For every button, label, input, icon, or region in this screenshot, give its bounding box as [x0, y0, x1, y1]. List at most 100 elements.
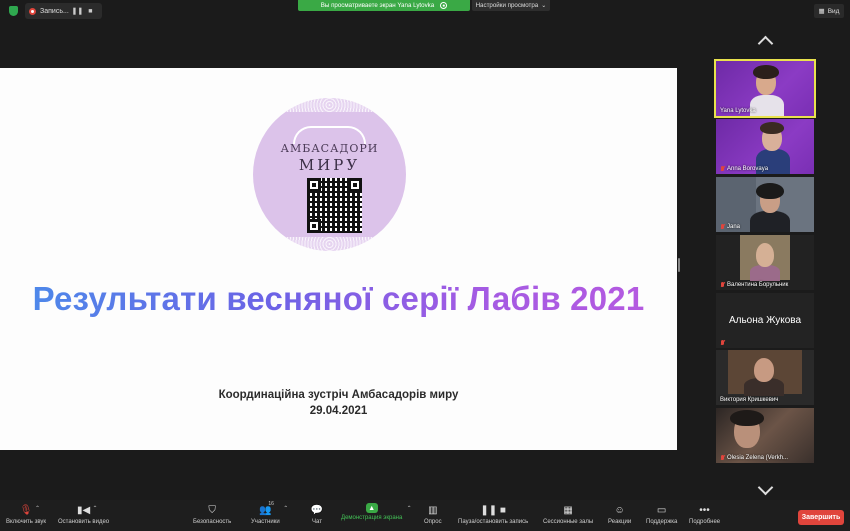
participant-name: Валентина Борульник [720, 282, 788, 288]
smiley-icon: ☺ [614, 504, 625, 516]
breakout-rooms-button[interactable]: ▦ Сессионные залы [543, 503, 594, 526]
ambassadors-logo: АМБАСАДОРИ МИРУ [253, 98, 406, 251]
participant-display-name: Альона Жукова [728, 315, 802, 326]
stop-video-button[interactable]: ▮◀ ⌃ Остановить видео [58, 503, 110, 526]
end-meeting-button[interactable]: Завершить [798, 510, 844, 525]
caret-up-icon[interactable]: ⌃ [283, 505, 288, 512]
pause-recording-button[interactable]: ❚❚ ■ Пауза/остановить запись [458, 503, 529, 526]
logo-text-bottom: МИРУ [298, 156, 361, 174]
caret-up-icon[interactable]: ⌃ [93, 505, 98, 512]
mic-off-icon: 🎙 ⌃ [19, 504, 40, 516]
polls-label: Опрос [424, 519, 442, 525]
view-options-dropdown[interactable]: Настройки просмотра ⌄ [472, 0, 550, 11]
person-figure [753, 65, 779, 79]
person-figure [730, 410, 764, 426]
chat-button[interactable]: 💬 Чат [310, 503, 324, 526]
participant-name: Olesia Zelena (Verkh... [720, 455, 788, 461]
support-icon: ▭ [656, 504, 667, 516]
caret-up-icon[interactable]: ⌃ [35, 505, 40, 512]
support-label: Поддержка [646, 519, 678, 525]
split-resize-handle[interactable] [678, 258, 680, 272]
breakout-rooms-label: Сессионные залы [543, 519, 594, 525]
chat-label: Чат [312, 519, 322, 525]
chevron-up-icon[interactable] [758, 34, 772, 48]
qr-finder [348, 178, 362, 192]
person-figure [750, 211, 790, 232]
pause-recording-label: Пауза/остановить запись [458, 519, 529, 525]
person-figure [760, 122, 784, 134]
lace-decoration-bottom [253, 237, 406, 251]
participants-label: Участники [251, 519, 280, 525]
mic-off-icon [720, 455, 725, 461]
pause-stop-icon: ❚❚ ■ [480, 504, 506, 516]
shared-screen: АМБАСАДОРИ МИРУ Результати весняної сері… [0, 68, 677, 450]
grid-icon: ▦ [563, 504, 573, 516]
grid-icon: ▦ [818, 8, 825, 15]
reactions-button[interactable]: ☺ Реакции [608, 503, 632, 526]
unmute-label: Включить звук [6, 519, 47, 525]
more-label: Подробнее [689, 519, 721, 525]
video-tile[interactable]: Anna Borovaya [716, 119, 814, 174]
support-button[interactable]: ▭ Поддержка [646, 503, 678, 526]
person-figure [754, 358, 774, 382]
share-screen-button[interactable]: ▲ ⌃ Демонстрация экрана [341, 503, 412, 521]
participant-name: Jana [720, 224, 740, 230]
qr-finder [307, 219, 321, 233]
video-tile[interactable]: Альона Жукова [716, 293, 814, 348]
share-banner-text: Вы просматриваете экран Yana Lytovka [320, 2, 435, 9]
slide-title: Результати весняної серії Лабів 2021 [0, 280, 677, 318]
person-figure [750, 265, 780, 281]
mic-off-icon [720, 340, 725, 346]
bar-chart-icon: ▥ [428, 504, 438, 516]
top-bar: Запись... ❚❚ ■ Вы просматриваете экран Y… [0, 0, 850, 22]
person-figure [756, 243, 774, 267]
slide-subtitle: Координаційна зустріч Амбасадорів миру [218, 389, 459, 401]
qr-finder [307, 178, 321, 192]
video-tile[interactable]: Yana Lytovka [714, 59, 816, 118]
slide-date: 29.04.2021 [309, 405, 368, 417]
meeting-toolbar: 🎙 ⌃ Включить звук ▮◀ ⌃ Остановить видео ⛉ … [0, 500, 850, 531]
participant-mic-status [720, 340, 725, 346]
person-figure [756, 183, 784, 199]
lace-decoration-top [253, 98, 406, 112]
banner-status-icon[interactable]: ● [440, 2, 448, 9]
qr-code [307, 178, 362, 233]
more-button[interactable]: ••• Подробнее [689, 503, 721, 526]
reactions-label: Реакции [608, 519, 632, 525]
participant-name: Виктория Кришкевич [720, 397, 779, 403]
security-label: Безопасность [193, 519, 232, 525]
viewing-share-banner: Вы просматриваете экран Yana Lytovka ● [298, 0, 470, 11]
share-screen-label: Демонстрация экрана [341, 515, 403, 521]
security-button[interactable]: ⛉ Безопасность [193, 503, 232, 526]
mic-off-icon [720, 282, 725, 288]
zoom-window: Запись... ❚❚ ■ Вы просматриваете экран Y… [0, 0, 850, 531]
record-icon [29, 7, 36, 15]
participant-name: Yana Lytovka [720, 108, 756, 114]
shield-icon[interactable] [9, 6, 18, 16]
logo-text-top: АМБАСАДОРИ [280, 142, 379, 155]
share-screen-icon: ▲ ⌃ [365, 503, 412, 513]
unmute-button[interactable]: 🎙 ⌃ Включить звук [6, 503, 47, 526]
polls-button[interactable]: ▥ Опрос [424, 503, 442, 526]
view-options-label: Настройки просмотра [475, 2, 539, 9]
ellipsis-icon: ••• [699, 504, 710, 516]
video-tile[interactable]: Валентина Борульник [716, 235, 814, 290]
view-button[interactable]: ▦ Вид [814, 4, 844, 18]
participants-count: 16 [268, 501, 274, 507]
video-tile[interactable]: Olesia Zelena (Verkh... [716, 408, 814, 463]
caret-up-icon[interactable]: ⌃ [407, 505, 412, 512]
video-tile[interactable]: Виктория Кришкевич [716, 350, 814, 405]
recording-indicator: Запись... ❚❚ ■ [25, 3, 102, 19]
chevron-down-icon: ⌄ [541, 2, 547, 9]
mic-off-icon [720, 166, 725, 172]
stop-video-label: Остановить видео [58, 519, 110, 525]
view-button-label: Вид [827, 7, 840, 15]
video-tile[interactable]: Jana [716, 177, 814, 232]
stop-icon[interactable]: ■ [86, 7, 95, 16]
mic-off-icon [720, 224, 725, 230]
people-icon: 👥 16 ⌃ [259, 501, 289, 516]
video-camera-icon: ▮◀ ⌃ [76, 504, 98, 516]
pause-icon[interactable]: ❚❚ [71, 7, 83, 16]
chevron-down-icon[interactable] [758, 484, 772, 498]
participants-button[interactable]: 👥 16 ⌃ Участники [251, 501, 289, 525]
